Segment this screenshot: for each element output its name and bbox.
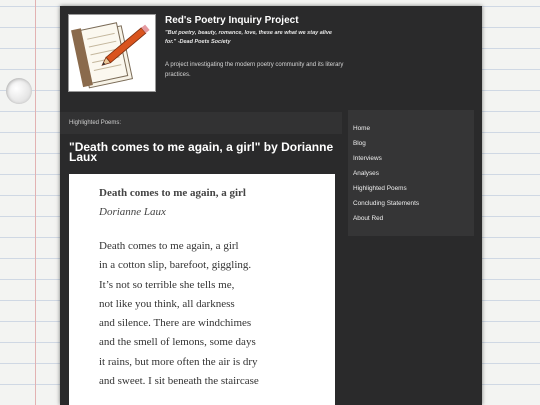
nav-item-about-red[interactable]: About Red (353, 211, 474, 226)
poem-line: and sweet. I sit beneath the staircase (99, 375, 259, 388)
sidebar-nav: Home Blog Interviews Analyses Highlighte… (348, 110, 474, 236)
paper-hole-icon (6, 78, 32, 104)
paper-margin-line (35, 0, 36, 405)
nav-item-interviews[interactable]: Interviews (353, 151, 474, 166)
nav-item-highlighted-poems[interactable]: Highlighted Poems (353, 181, 474, 196)
poem-line: not like you think, all darkness (99, 297, 235, 310)
poem-lines: Death comes to me again, a girl in a cot… (99, 237, 259, 391)
site-description: A project investigating the modern poetr… (165, 62, 344, 78)
site-header: Red's Poetry Inquiry Project "But poetry… (60, 6, 482, 108)
poem-line: Death comes to me again, a girl (99, 240, 239, 252)
nav-item-blog[interactable]: Blog (353, 136, 474, 151)
section-label: Highlighted Poems: (60, 112, 342, 134)
poem-title: Death comes to me again, a girl (99, 187, 246, 199)
poem-card: Death comes to me again, a girl Dorianne… (69, 174, 335, 405)
notepad-pencil-icon[interactable] (68, 14, 156, 92)
site-title[interactable]: Red's Poetry Inquiry Project (165, 15, 299, 26)
nav-item-home[interactable]: Home (353, 121, 474, 136)
poem-line: and the smell of lemons, some days (99, 336, 256, 349)
poem-line: in a cotton slip, barefoot, giggling. (99, 259, 252, 272)
post-title[interactable]: "Death comes to me again, a girl" by Dor… (69, 141, 339, 163)
poem-line: It’s not so terrible she tells me, (99, 278, 235, 291)
nav-item-concluding-statements[interactable]: Concluding Statements (353, 196, 474, 211)
poem-line: it rains, but more often the air is dry (99, 355, 258, 368)
poem-author: Dorianne Laux (99, 206, 166, 218)
poem-line: and silence. There are windchimes (99, 317, 252, 330)
nav-item-analyses[interactable]: Analyses (353, 166, 474, 181)
page-container: Red's Poetry Inquiry Project "But poetry… (60, 6, 482, 405)
site-tagline: "But poetry, beauty, romance, love, thes… (165, 30, 332, 45)
